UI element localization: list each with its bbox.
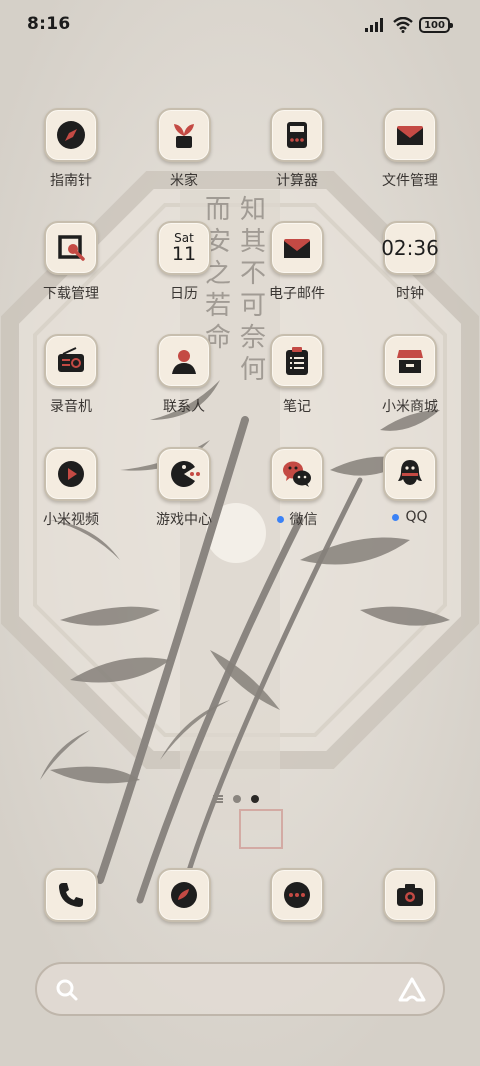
radio-icon xyxy=(44,334,98,388)
app-label: 联系人 xyxy=(163,399,205,415)
app-label: 游戏中心 xyxy=(156,512,212,528)
app-label: 计算器 xyxy=(276,173,318,189)
phone-icon xyxy=(44,868,98,922)
status-time: 8:16 xyxy=(27,14,71,34)
app-label: 文件管理 xyxy=(382,173,438,189)
wechat-icon xyxy=(270,447,324,501)
clock-icon: 02:36 xyxy=(381,221,439,275)
app-calculator[interactable]: 计算器 xyxy=(247,108,347,208)
notes-icon xyxy=(270,334,324,388)
qq-icon xyxy=(383,447,437,501)
calendar-date: 11 xyxy=(171,243,197,265)
app-clock[interactable]: 02:36 时钟 xyxy=(360,221,460,321)
battery-icon: 100 xyxy=(419,17,453,33)
app-label: 小米商城 xyxy=(382,399,438,415)
app-label: 微信 xyxy=(276,509,318,529)
app-file-manager[interactable]: 文件管理 xyxy=(360,108,460,208)
search-icon xyxy=(56,979,78,1001)
assistant-icon[interactable] xyxy=(397,976,427,1004)
app-download-manager[interactable]: 下载管理 xyxy=(21,221,121,321)
dock-messages[interactable] xyxy=(247,868,347,968)
app-compass[interactable]: 指南针 xyxy=(21,108,121,208)
app-email[interactable]: 电子邮件 xyxy=(247,221,347,321)
menu-lines-icon xyxy=(213,795,223,803)
dock-browser[interactable] xyxy=(134,868,234,968)
game-icon xyxy=(157,447,211,501)
compass-icon xyxy=(44,108,98,162)
play-icon xyxy=(44,447,98,501)
signal-icon xyxy=(365,18,383,32)
app-label: 日历 xyxy=(170,286,198,302)
app-recorder[interactable]: 录音机 xyxy=(21,334,121,434)
app-label: 时钟 xyxy=(396,286,424,302)
app-label: 小米视频 xyxy=(43,512,99,528)
new-badge-dot xyxy=(392,513,400,521)
app-mijia[interactable]: 米家 xyxy=(134,108,234,208)
calendar-icon: Sat 11 xyxy=(157,221,211,275)
browser-icon xyxy=(157,868,211,922)
clock-time: 02:36 xyxy=(381,236,439,260)
app-label: 指南针 xyxy=(50,173,92,189)
new-badge-dot xyxy=(276,515,284,523)
calculator-icon xyxy=(270,108,324,162)
camera-icon xyxy=(383,868,437,922)
app-game-center[interactable]: 游戏中心 xyxy=(134,447,234,547)
app-label: 米家 xyxy=(170,173,198,189)
page-dot-active xyxy=(251,795,259,803)
app-label: 录音机 xyxy=(50,399,92,415)
app-label: QQ xyxy=(392,509,428,525)
app-label: 电子邮件 xyxy=(269,286,325,302)
mail-icon xyxy=(270,221,324,275)
search-bar[interactable] xyxy=(35,962,445,1016)
page-dot xyxy=(233,795,241,803)
page-indicator[interactable] xyxy=(213,795,259,803)
message-icon xyxy=(270,868,324,922)
dock-phone[interactable] xyxy=(21,868,121,968)
app-wechat[interactable]: 微信 xyxy=(247,447,347,547)
app-qq[interactable]: QQ xyxy=(360,447,460,547)
status-bar: 8:16 100 xyxy=(0,0,480,50)
store-icon xyxy=(383,334,437,388)
app-mi-store[interactable]: 小米商城 xyxy=(360,334,460,434)
folder-envelope-icon xyxy=(383,108,437,162)
app-label: 下载管理 xyxy=(43,286,99,302)
plant-icon xyxy=(157,108,211,162)
wifi-icon xyxy=(393,17,413,33)
app-mi-video[interactable]: 小米视频 xyxy=(21,447,121,547)
status-icons: 100 xyxy=(365,15,453,35)
app-label: 笔记 xyxy=(283,399,311,415)
download-icon xyxy=(44,221,98,275)
app-notes[interactable]: 笔记 xyxy=(247,334,347,434)
app-calendar[interactable]: Sat 11 日历 xyxy=(134,221,234,321)
app-contacts[interactable]: 联系人 xyxy=(134,334,234,434)
person-icon xyxy=(157,334,211,388)
dock-camera[interactable] xyxy=(360,868,460,968)
